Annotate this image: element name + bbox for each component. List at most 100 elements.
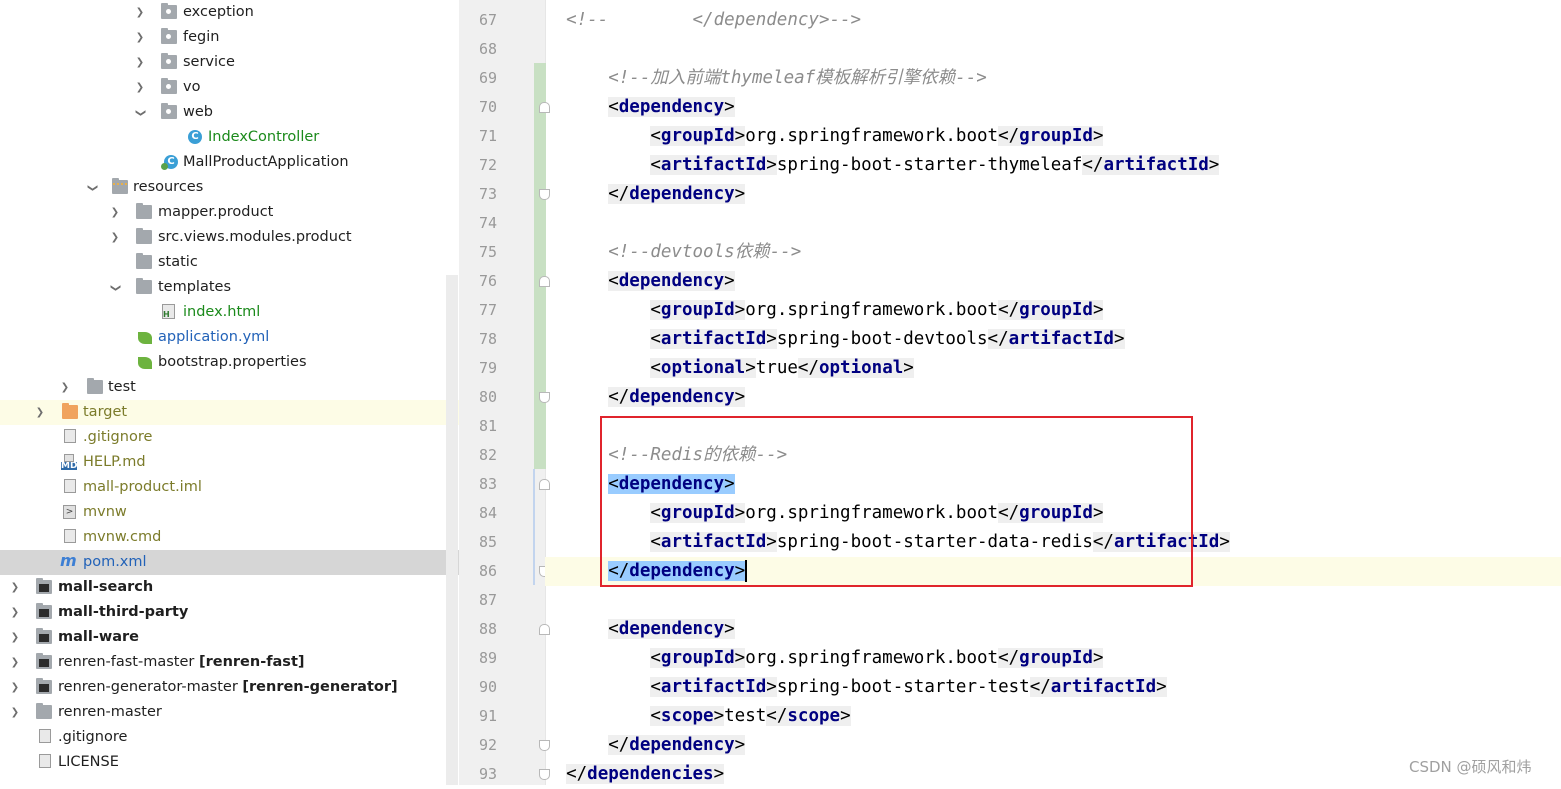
tree-item-src-views-modules-product[interactable]: src.views.modules.product: [0, 225, 459, 250]
line-number: 71: [478, 127, 497, 145]
code-line-69[interactable]: <!--加入前端thymeleaf模板解析引擎依赖-->: [545, 64, 1561, 93]
tree-item-fegin[interactable]: fegin: [0, 25, 459, 50]
tree-item-service[interactable]: service: [0, 50, 459, 75]
tree-item-mall-ware[interactable]: mall-ware: [0, 625, 459, 650]
chevron-right-icon[interactable]: [134, 30, 146, 44]
tree-item-pom-xml[interactable]: m pom.xml: [0, 550, 459, 575]
tree-item-mvnw[interactable]: > mvnw: [0, 500, 459, 525]
tree-item-label: application.yml: [158, 329, 270, 345]
tree-item-label: renren-master: [58, 704, 162, 720]
xml-tag: dependency: [618, 619, 725, 639]
tree-item-label: resources: [133, 179, 204, 195]
chevron-right-icon[interactable]: [134, 80, 146, 94]
xml-tag: artifactId: [660, 329, 767, 349]
chevron-right-icon[interactable]: [9, 705, 21, 719]
tree-item-help-md[interactable]: MD HELP.md: [0, 450, 459, 475]
code-line-76[interactable]: <dependency>: [545, 267, 1561, 296]
xml-text: spring-boot-starter-test: [776, 677, 1030, 697]
tree-item-web[interactable]: web: [0, 100, 459, 125]
tree-item-indexcontroller[interactable]: C IndexController: [0, 125, 459, 150]
chevron-right-icon[interactable]: [134, 55, 146, 69]
line-number: 74: [478, 214, 497, 232]
tree-item-label: renren-generator-master [renren-generato…: [58, 678, 398, 697]
tree-item-bootstrap-properties[interactable]: bootstrap.properties: [0, 350, 459, 375]
tree-item-mall-product-iml[interactable]: mall-product.iml: [0, 475, 459, 500]
tree-item-mall-third-party[interactable]: mall-third-party: [0, 600, 459, 625]
code-editor[interactable]: <!-- </dependency>--> <!--加入前端thymeleaf模…: [545, 0, 1561, 785]
tree-item-renren-fast-master[interactable]: renren-fast-master [renren-fast]: [0, 650, 459, 675]
code-line-75[interactable]: <!--devtools依赖-->: [545, 238, 1561, 267]
code-line-67[interactable]: <!-- </dependency>-->: [545, 6, 1561, 35]
xml-tag: optional: [818, 358, 904, 378]
line-number: 68: [478, 40, 497, 58]
tree-item-license[interactable]: LICENSE: [0, 750, 459, 775]
tree-item-mallproductapplication[interactable]: C MallProductApplication: [0, 150, 459, 175]
module-folder-icon: [36, 628, 52, 644]
tree-item-gitignore[interactable]: .gitignore: [0, 425, 459, 450]
code-line-91[interactable]: <scope>test</scope>: [545, 702, 1561, 731]
xml-tag: scope: [787, 706, 841, 726]
chevron-right-icon[interactable]: [109, 205, 121, 219]
code-line-71[interactable]: <groupId>org.springframework.boot</group…: [545, 122, 1561, 151]
chevron-down-icon[interactable]: [109, 280, 121, 294]
tree-item-mvnw-cmd[interactable]: mvnw.cmd: [0, 525, 459, 550]
chevron-down-icon[interactable]: [86, 180, 98, 194]
code-line-72[interactable]: <artifactId>spring-boot-starter-thymelea…: [545, 151, 1561, 180]
chevron-down-icon[interactable]: [134, 105, 146, 119]
line-number: 91: [478, 707, 497, 725]
chevron-right-icon[interactable]: [34, 405, 46, 419]
tree-item-label: mall-product.iml: [83, 479, 202, 495]
spring-application-icon: C: [161, 155, 178, 170]
tree-item-label: mall-search: [58, 579, 154, 595]
code-line-88[interactable]: <dependency>: [545, 615, 1561, 644]
tree-item-index-html[interactable]: H index.html: [0, 300, 459, 325]
module-folder-icon: [36, 603, 52, 619]
tree-item-label: .gitignore: [83, 429, 153, 445]
line-number: 80: [478, 388, 497, 406]
tree-item-target[interactable]: target: [0, 400, 459, 425]
package-folder-icon: [161, 28, 177, 44]
tree-item-mall-search[interactable]: mall-search: [0, 575, 459, 600]
chevron-right-icon[interactable]: [9, 605, 21, 619]
tree-item-static[interactable]: static: [0, 250, 459, 275]
tree-scrollbar[interactable]: [446, 275, 458, 785]
code-line-70[interactable]: <dependency>: [545, 93, 1561, 122]
tree-item-templates[interactable]: templates: [0, 275, 459, 300]
tree-item-test[interactable]: test: [0, 375, 459, 400]
xml-tag: dependency: [629, 184, 735, 204]
code-line-79[interactable]: <optional>true</optional>: [545, 354, 1561, 383]
chevron-right-icon[interactable]: [59, 380, 71, 394]
excluded-folder-icon: [62, 403, 78, 419]
line-number: 82: [478, 446, 497, 464]
code-line-77[interactable]: <groupId>org.springframework.boot</group…: [545, 296, 1561, 325]
chevron-right-icon[interactable]: [9, 680, 21, 694]
tree-item-label: renren-fast-master [renren-fast]: [58, 653, 305, 672]
tree-item-label: templates: [158, 279, 232, 295]
vcs-modified-lines-marker[interactable]: [533, 469, 535, 585]
xml-text: org.springframework.boot: [745, 126, 999, 146]
code-line-73[interactable]: </dependency>: [545, 180, 1561, 209]
tree-item-vo[interactable]: vo: [0, 75, 459, 100]
tree-item-renren-master[interactable]: renren-master: [0, 700, 459, 725]
code-line-80[interactable]: </dependency>: [545, 383, 1561, 412]
tree-item-resources[interactable]: resources: [0, 175, 459, 200]
tree-item-root-gitignore[interactable]: .gitignore: [0, 725, 459, 750]
tree-item-mapper-product[interactable]: mapper.product: [0, 200, 459, 225]
xml-comment: <!-- </dependency>-->: [566, 10, 862, 30]
chevron-right-icon[interactable]: [9, 655, 21, 669]
tree-item-application-yml[interactable]: application.yml: [0, 325, 459, 350]
chevron-right-icon[interactable]: [134, 5, 146, 19]
module-folder-icon: [36, 678, 52, 694]
tree-item-exception[interactable]: exception: [0, 0, 459, 25]
chevron-right-icon[interactable]: [109, 230, 121, 244]
chevron-right-icon[interactable]: [9, 630, 21, 644]
code-line-89[interactable]: <groupId>org.springframework.boot</group…: [545, 644, 1561, 673]
chevron-right-icon[interactable]: [9, 580, 21, 594]
module-folder-icon: [36, 653, 52, 669]
module-name: renren-fast-master: [58, 654, 195, 670]
text-file-icon: [39, 754, 51, 768]
tree-item-renren-generator-master[interactable]: renren-generator-master [renren-generato…: [0, 675, 459, 700]
folder-icon: [136, 203, 152, 219]
code-line-78[interactable]: <artifactId>spring-boot-devtools</artifa…: [545, 325, 1561, 354]
code-line-90[interactable]: <artifactId>spring-boot-starter-test</ar…: [545, 673, 1561, 702]
